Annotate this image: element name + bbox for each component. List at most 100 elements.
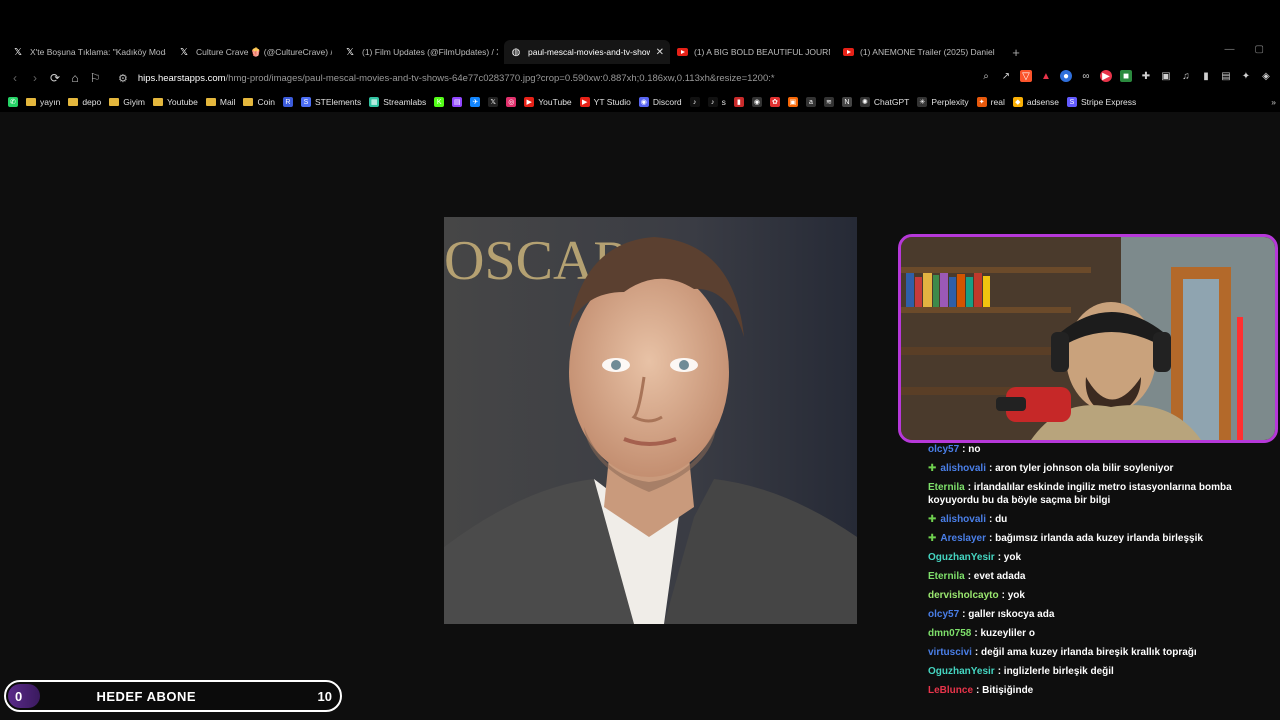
bookmark-23[interactable]: ▣ — [787, 97, 798, 107]
bookmark-5[interactable]: Mail — [205, 97, 235, 107]
chat-message: LeBlunce: Bitişiğinde — [928, 684, 1268, 697]
chat-message: ✚ Areslayer: bağımsız irlanda ada kuzey i… — [928, 532, 1268, 545]
chat-username[interactable]: dmn0758 — [928, 628, 971, 639]
bookmark-0[interactable]: ✆ — [8, 97, 18, 107]
extension-glasses-icon[interactable]: ∞ — [1080, 70, 1092, 82]
bookmark-label: Stripe Express — [1080, 97, 1137, 107]
chat-username[interactable]: OguzhanYesir — [928, 666, 995, 677]
bookmark-13[interactable]: 𝕏 — [488, 97, 499, 107]
chat-username[interactable]: alishovali — [940, 514, 986, 525]
chat-username[interactable]: OguzhanYesir — [928, 552, 995, 563]
bookmark-14[interactable]: ◎ — [506, 97, 517, 107]
goal-target: 10 — [317, 688, 332, 704]
bookmark-18[interactable]: ♪ — [689, 97, 700, 107]
back-icon[interactable]: ‹ — [8, 71, 22, 85]
bookmark-10[interactable]: K — [434, 97, 445, 107]
tab-title: paul-mescal-movies-and-tv-shows — [528, 47, 650, 57]
new-tab-icon[interactable]: + — [1008, 45, 1024, 60]
youtube-icon: ▶ — [524, 97, 535, 107]
chat-username[interactable]: olcy57 — [928, 609, 959, 620]
share-icon[interactable]: ↗ — [1000, 70, 1012, 82]
bookmark-27[interactable]: ✺ ChatGPT — [859, 97, 909, 107]
zoom-icon[interactable]: ⌕ — [980, 70, 992, 82]
minimize-icon[interactable]: — — [1225, 44, 1235, 55]
home-icon[interactable]: ⌂ — [68, 71, 82, 85]
chatgpt-icon: ✺ — [859, 97, 870, 107]
bookmark-17[interactable]: ◉ Discord — [638, 97, 682, 107]
bookmark-3[interactable]: Giyim — [109, 97, 145, 107]
bookmark-2[interactable]: depo — [68, 97, 101, 107]
chat-username[interactable]: LeBlunce — [928, 685, 973, 696]
extension-blue-icon[interactable]: ● — [1060, 70, 1072, 82]
bookmark-28[interactable]: ✳ Perplexity — [917, 97, 969, 107]
bookmark-25[interactable]: ≋ — [823, 97, 834, 107]
bookmark-29[interactable]: ✦ real — [976, 97, 1005, 107]
vpn-shield-icon[interactable]: ◈ — [1260, 70, 1272, 82]
chat-message: olcy57: no — [928, 443, 1268, 456]
extension-green-icon[interactable]: ■ — [1120, 70, 1132, 82]
globe-icon: ◍ — [511, 46, 521, 58]
bookmark-4[interactable]: Youtube — [152, 97, 198, 107]
close-tab-icon[interactable]: ✕ — [656, 47, 664, 58]
brave-rewards-icon[interactable]: ▲ — [1040, 70, 1052, 82]
bookmark-6[interactable]: Coin — [243, 97, 275, 107]
bookmark-label: YouTube — [538, 97, 572, 107]
chat-username[interactable]: dervisholcayto — [928, 590, 999, 601]
wallet-icon[interactable]: ▤ — [1220, 70, 1232, 82]
tab-4[interactable]: (1) A BIG BOLD BEAUTIFUL JOURNEY — [670, 40, 836, 64]
brave-shield-icon[interactable]: ▽ — [1020, 70, 1032, 82]
chat-username[interactable]: virtuscivi — [928, 647, 972, 658]
bookmark-11[interactable]: ▤ — [452, 97, 463, 107]
bookmarks-bar: ✆ yayın depo Giyim Youtube Mail Coin R S STElemen… — [0, 92, 1280, 112]
tab-2[interactable]: 𝕏 (1) Film Updates (@FilmUpdates) / X — [338, 40, 504, 64]
portrait-photo: OSCARS — [444, 217, 857, 624]
bookmark-icon[interactable]: ⚐ — [88, 71, 102, 85]
chat-feed: olcy57: no ✚ alishovali: aron tyler johnso… — [928, 443, 1268, 703]
window-controls: — ▢ — [1225, 44, 1264, 55]
tab-5[interactable]: (1) ANEMONE Trailer (2025) Daniel Day — [836, 40, 1002, 64]
bookmark-31[interactable]: S Stripe Express — [1066, 97, 1137, 107]
bookmark-19[interactable]: ♪ s — [707, 97, 726, 107]
more-bookmarks-icon[interactable]: » — [1271, 97, 1276, 107]
perplexity-icon: ✳ — [917, 97, 928, 107]
chat-username[interactable]: Eternila — [928, 571, 965, 582]
bookmark-20[interactable]: ▮ — [733, 97, 744, 107]
goal-current: 0 — [15, 688, 23, 704]
chat-text: : du — [988, 514, 1008, 525]
bookmark-24[interactable]: a — [805, 97, 816, 107]
tab-3[interactable]: ◍ paul-mescal-movies-and-tv-shows ✕ — [504, 40, 670, 64]
r-icon: R — [282, 97, 293, 107]
extension-box-icon[interactable]: ▣ — [1160, 70, 1172, 82]
sidebar-icon[interactable]: ▮ — [1200, 70, 1212, 82]
bookmark-8[interactable]: S STElements — [300, 97, 362, 107]
bookmark-16[interactable]: ▶ YT Studio — [579, 97, 631, 107]
bookmark-12[interactable]: ✈ — [470, 97, 481, 107]
address-input[interactable]: ⚙ hips.hearstapps.com /hmg-prod/images/p… — [118, 72, 908, 85]
bookmark-21[interactable]: ◉ — [751, 97, 762, 107]
bookmark-7[interactable]: R — [282, 97, 293, 107]
url-host: hips.hearstapps.com — [137, 72, 226, 84]
leo-ai-icon[interactable]: ✦ — [1240, 70, 1252, 82]
chat-username[interactable]: Areslayer — [940, 533, 986, 544]
maximize-icon[interactable]: ▢ — [1255, 44, 1264, 55]
site-settings-icon[interactable]: ⚙ — [118, 72, 128, 85]
whatsapp-icon: ✆ — [8, 97, 18, 107]
bookmark-1[interactable]: yayın — [26, 97, 60, 107]
bookmark-9[interactable]: ▦ Streamlabs — [369, 97, 426, 107]
bookmark-30[interactable]: ◆ adsense — [1012, 97, 1059, 107]
bookmark-label: STElements — [314, 97, 362, 107]
chat-username[interactable]: alishovali — [940, 463, 986, 474]
forward-icon[interactable]: › — [28, 71, 42, 85]
bookmark-22[interactable]: ✿ — [769, 97, 780, 107]
extensions-puzzle-icon[interactable]: ✚ — [1140, 70, 1152, 82]
bookmark-15[interactable]: ▶ YouTube — [524, 97, 572, 107]
chat-username[interactable]: Eternila — [928, 482, 965, 493]
extension-play-icon[interactable]: ▶ — [1100, 70, 1112, 82]
reload-icon[interactable]: ⟳ — [48, 71, 62, 85]
bookmark-26[interactable]: N — [841, 97, 852, 107]
music-icon[interactable]: ♫ — [1180, 70, 1192, 82]
tab-0[interactable]: 𝕏 X'te Boşuna Tıklama: "Kadıköy Moda" — [6, 40, 172, 64]
tab-1[interactable]: 𝕏 Culture Crave 🍿 (@CultureCrave) / X — [172, 40, 338, 64]
x-icon: 𝕏 — [345, 46, 355, 58]
chat-username[interactable]: olcy57 — [928, 444, 959, 455]
